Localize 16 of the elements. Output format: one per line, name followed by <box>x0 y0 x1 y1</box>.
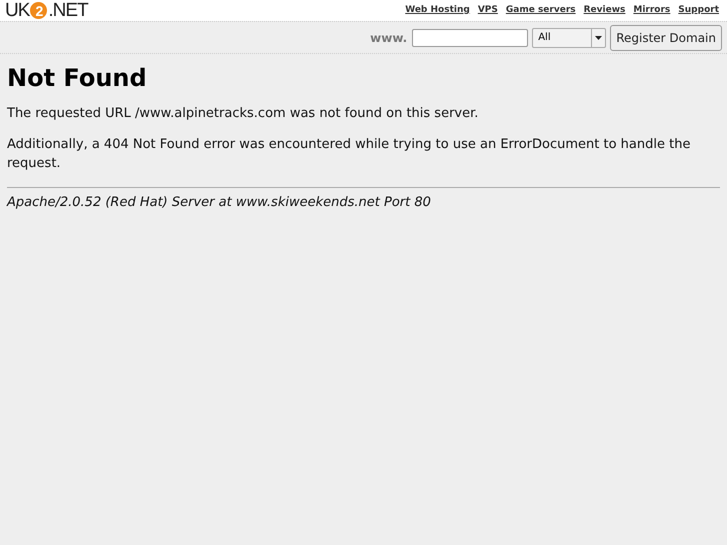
logo[interactable]: UK 2 .NET <box>5 1 88 20</box>
server-signature: Apache/2.0.52 (Red Hat) Server at www.skiweekends.net Port 80 <box>7 194 432 212</box>
nav-link[interactable]: Game servers <box>506 4 576 18</box>
nav-link[interactable]: Reviews <box>584 4 626 18</box>
message-text: The requested URL /www.alpinetracks.com was not found on this server. <box>7 105 480 123</box>
page-heading: Not Found <box>7 63 148 94</box>
message-text: Additionally, a 404 Not Found error was encountered while trying to use an ErrorDocument to handle the request. <box>7 136 692 173</box>
register-domain-button[interactable]: Register Domain <box>610 24 722 50</box>
nav-link[interactable]: Mirrors <box>633 4 670 18</box>
nav-link[interactable]: Web Hosting <box>405 4 470 18</box>
nav-link[interactable]: VPS <box>478 4 498 18</box>
dropdown-arrow-icon <box>595 36 602 40</box>
www-label: www. <box>370 30 408 46</box>
domain-input[interactable] <box>412 28 528 46</box>
nav-link[interactable]: Support <box>678 4 719 18</box>
tld-select[interactable]: All <box>532 28 606 48</box>
